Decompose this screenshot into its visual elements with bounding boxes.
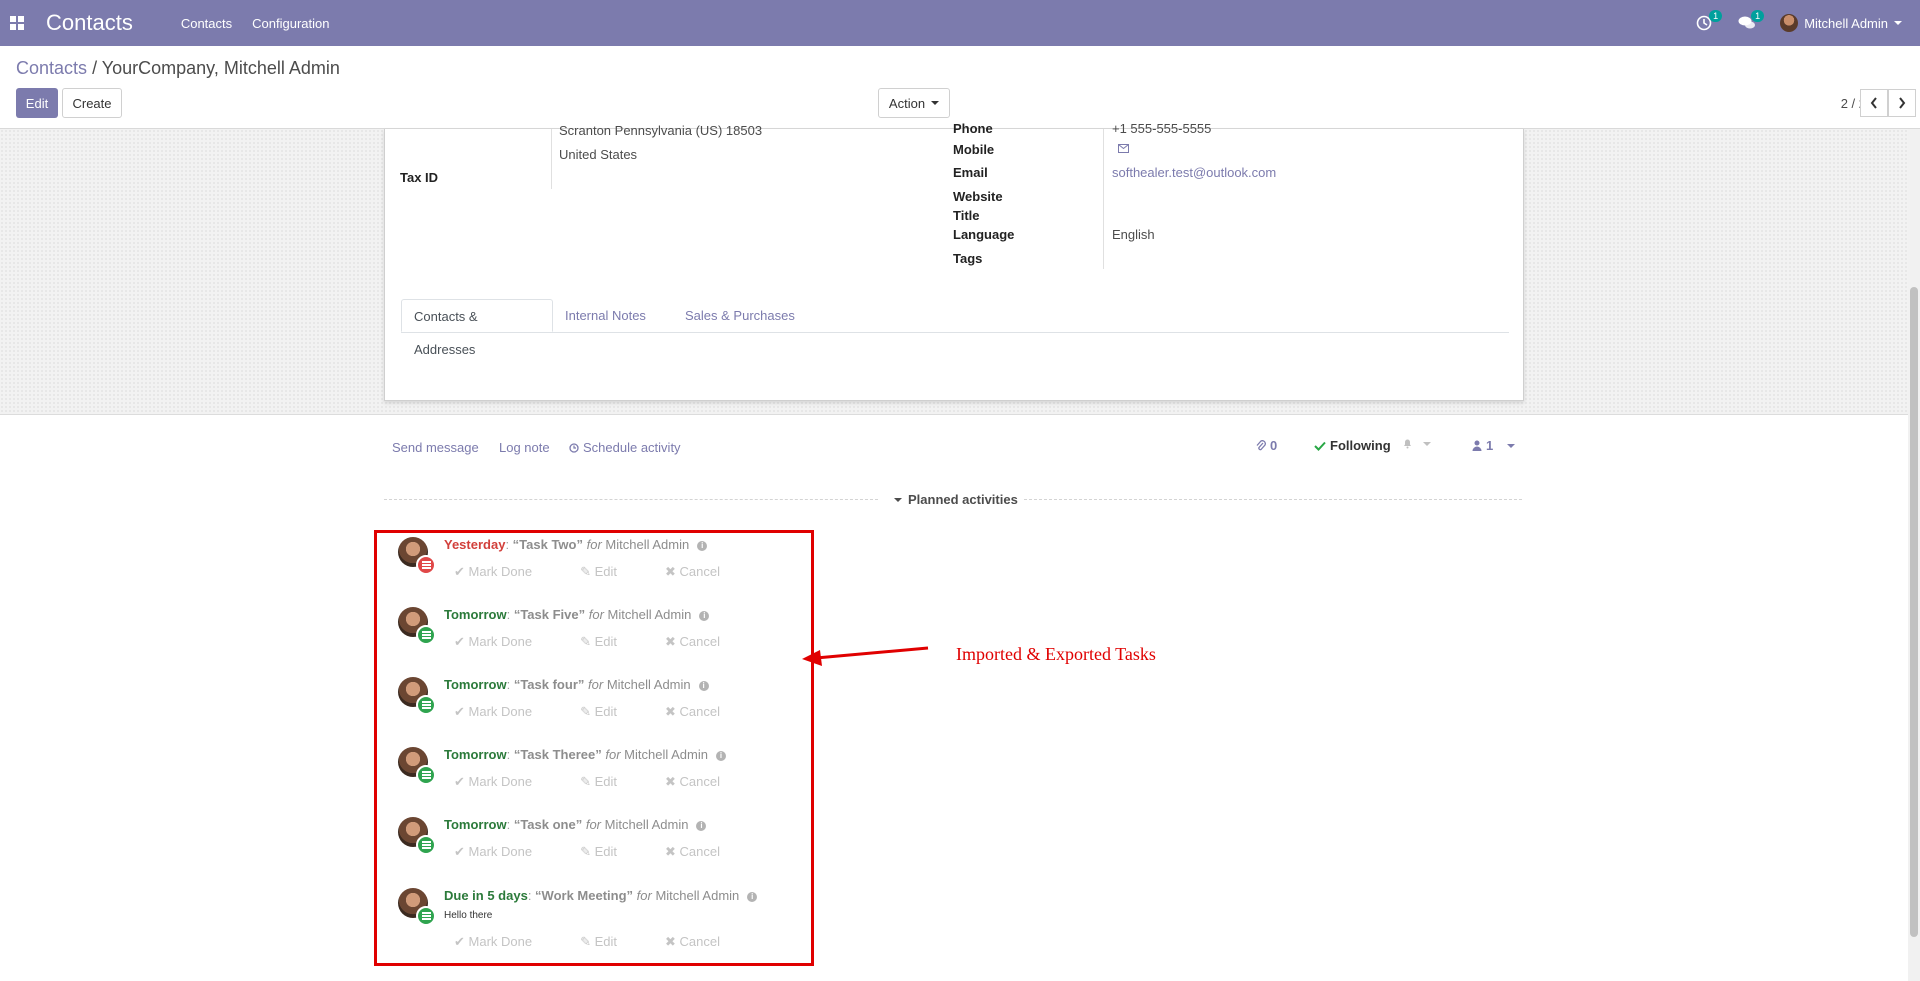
breadcrumb-parent[interactable]: Contacts	[16, 58, 87, 78]
followers-count: 1	[1486, 438, 1494, 453]
address-line: Scranton Pennsylvania (US) 18503	[559, 123, 763, 138]
action-label: Action	[888, 95, 926, 111]
attachments-count: 0	[1270, 438, 1278, 453]
followers-button[interactable]: 1	[1472, 438, 1516, 453]
language-label: Language	[953, 227, 1015, 242]
highlight-box	[374, 530, 814, 966]
breadcrumb-separator: /	[92, 58, 98, 78]
mobile-label: Mobile	[953, 142, 995, 157]
create-button[interactable]: Create	[62, 88, 122, 118]
menu-configuration[interactable]: Configuration	[252, 16, 329, 31]
chevron-left-icon	[1870, 97, 1877, 109]
user-avatar	[1780, 14, 1799, 32]
menu-contacts[interactable]: Contacts	[181, 16, 232, 31]
divider-left	[384, 499, 878, 500]
phone-value[interactable]: +1 555-555-5555	[1112, 121, 1211, 136]
user-menu[interactable]: Mitchell Admin	[1780, 14, 1902, 32]
divider-right	[1024, 499, 1522, 500]
page-scrollbar[interactable]	[1908, 129, 1920, 981]
planned-activities-label: Planned activities	[908, 492, 1018, 507]
caret-down-icon	[894, 497, 902, 502]
field-divider	[551, 129, 552, 189]
envelope-icon[interactable]	[1118, 141, 1129, 156]
messages-icon[interactable]: 1	[1738, 10, 1765, 31]
chevron-down-icon	[931, 101, 940, 105]
website-label: Website	[953, 189, 1003, 204]
scrollbar-thumb[interactable]	[1910, 287, 1918, 937]
schedule-activity-label: Schedule activity	[583, 440, 681, 455]
tab-internal-notes[interactable]: Internal Notes	[553, 299, 658, 332]
phone-label: Phone	[953, 121, 993, 136]
clock-icon	[569, 442, 579, 453]
paperclip-icon	[1256, 439, 1266, 450]
language-value[interactable]: English	[1112, 227, 1155, 242]
form-sheet: Scranton Pennsylvania (US) 18503 United …	[384, 121, 1524, 401]
country-value: United States	[559, 147, 638, 162]
chevron-down-icon	[1894, 21, 1902, 25]
notification-bell-button[interactable]	[1402, 438, 1431, 449]
tab-sales-purchases[interactable]: Sales & Purchases	[673, 299, 807, 332]
following-label: Following	[1330, 438, 1391, 453]
edit-button[interactable]: Edit	[16, 88, 58, 118]
pager-previous-button[interactable]	[1860, 89, 1888, 117]
following-button[interactable]: Following	[1314, 438, 1391, 453]
attachments-button[interactable]: 0	[1256, 438, 1277, 453]
log-note-button[interactable]: Log note	[499, 440, 550, 455]
tax-id-label: Tax ID	[400, 170, 439, 185]
bell-icon	[1404, 439, 1411, 449]
messages-badge: 1	[1751, 10, 1765, 22]
top-navbar: Contacts Contacts Configuration 1 1 Mitc…	[0, 0, 1920, 46]
breadcrumb-current: YourCompany, Mitchell Admin	[101, 58, 340, 78]
user-name: Mitchell Admin	[1804, 15, 1888, 31]
send-message-button[interactable]: Send message	[392, 440, 479, 455]
user-icon	[1472, 440, 1482, 451]
control-panel: Contacts / YourCompany, Mitchell Admin E…	[0, 46, 1920, 129]
annotation-arrow	[802, 646, 929, 666]
notebook-tabs: Contacts & Addresses Internal Notes Sale…	[401, 299, 1509, 357]
breadcrumb: Contacts / YourCompany, Mitchell Admin	[16, 58, 340, 79]
chevron-right-icon	[1899, 97, 1906, 109]
planned-activities-toggle[interactable]: Planned activities	[888, 492, 1024, 507]
tab-contacts-addresses[interactable]: Contacts & Addresses	[401, 299, 553, 357]
app-title[interactable]: Contacts	[46, 10, 133, 36]
tags-label: Tags	[953, 251, 983, 266]
chevron-down-icon	[1423, 441, 1431, 446]
apps-menu-icon[interactable]	[10, 16, 24, 30]
activity-badge: 1	[1709, 10, 1723, 22]
title-label: Title	[953, 208, 980, 223]
action-dropdown[interactable]: Action	[878, 88, 950, 118]
activity-clock-icon[interactable]: 1	[1696, 10, 1723, 31]
chevron-down-icon	[1507, 443, 1516, 448]
field-divider	[1103, 129, 1104, 269]
annotation-text: Imported & Exported Tasks	[956, 644, 1156, 664]
email-value[interactable]: softhealer.test@outlook.com	[1112, 165, 1276, 180]
check-icon	[1314, 441, 1326, 451]
pager-next-button[interactable]	[1888, 89, 1916, 117]
email-label: Email	[953, 165, 988, 180]
schedule-activity-button[interactable]: Schedule activity	[569, 440, 681, 455]
